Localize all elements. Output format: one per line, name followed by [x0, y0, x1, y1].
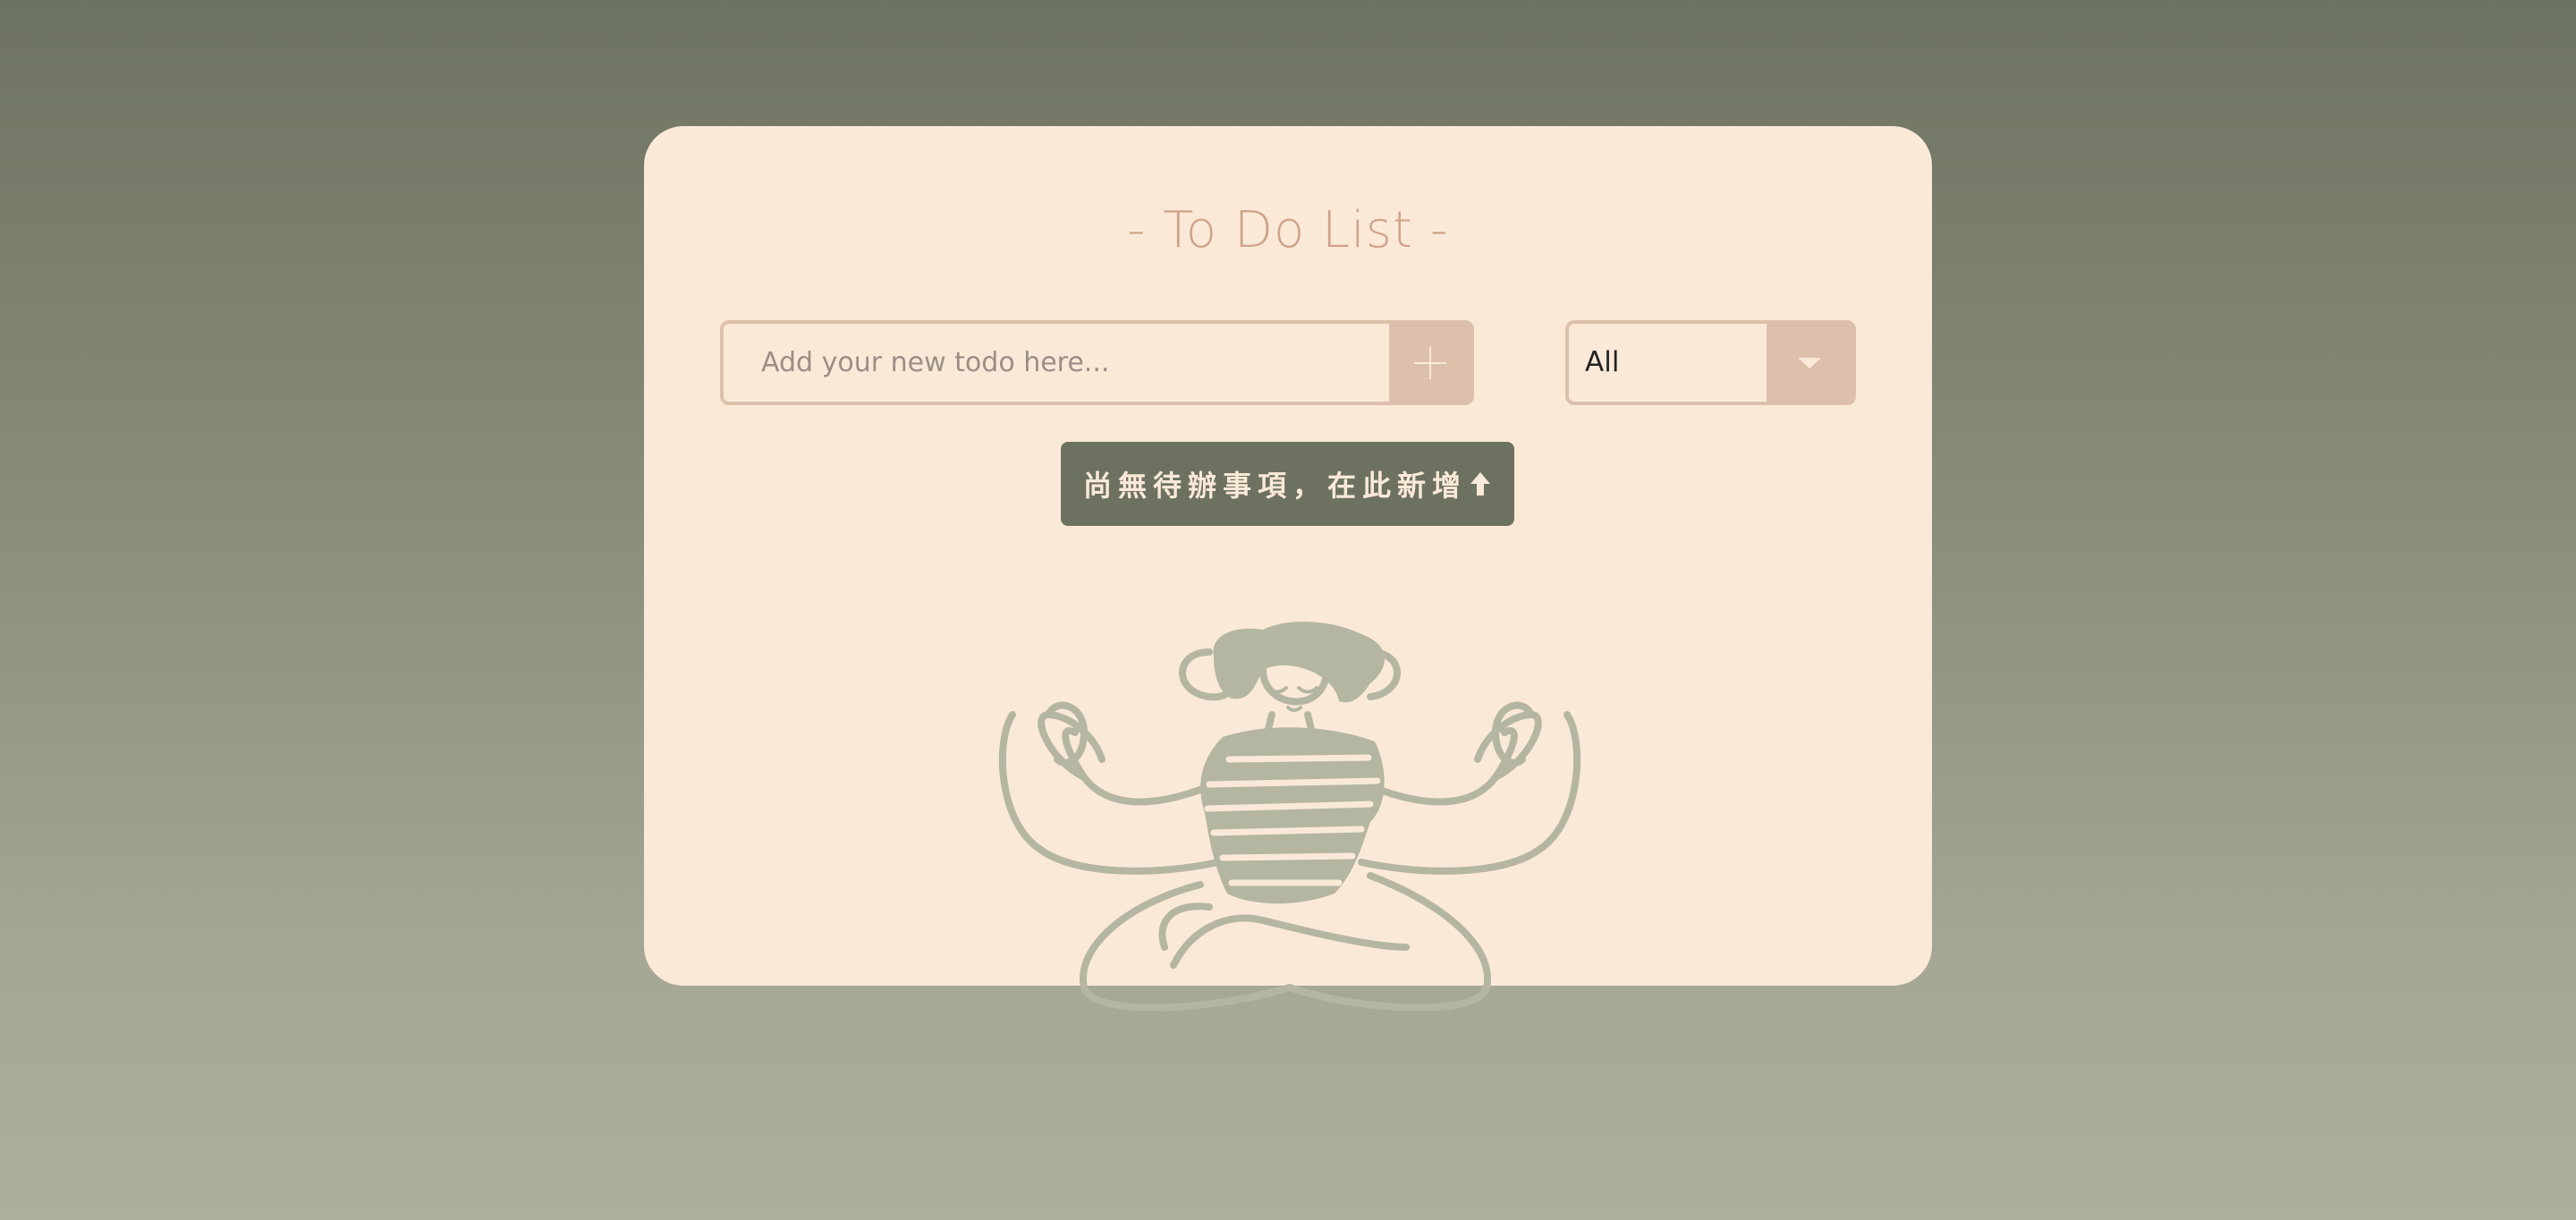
filter-select[interactable]: All: [1565, 320, 1856, 405]
new-todo-form: [720, 320, 1474, 405]
meditating-person-illustration: [998, 621, 1581, 1012]
empty-state-text: 尚無待辦事項，在此新增: [1082, 469, 1467, 503]
arrow-up-icon: [1470, 472, 1490, 496]
add-todo-button[interactable]: [1389, 324, 1470, 402]
caret-down-icon: [1798, 357, 1821, 369]
filter-selected-value: All: [1585, 346, 1620, 378]
filter-dropdown-toggle[interactable]: [1767, 324, 1852, 402]
plus-icon: [1413, 346, 1446, 379]
empty-state-message: 尚無待辦事項，在此新增: [1061, 442, 1514, 526]
new-todo-input[interactable]: [724, 324, 1424, 402]
page-title: - To Do List -: [1127, 201, 1449, 259]
todo-card: - To Do List - All: [644, 126, 1932, 1012]
